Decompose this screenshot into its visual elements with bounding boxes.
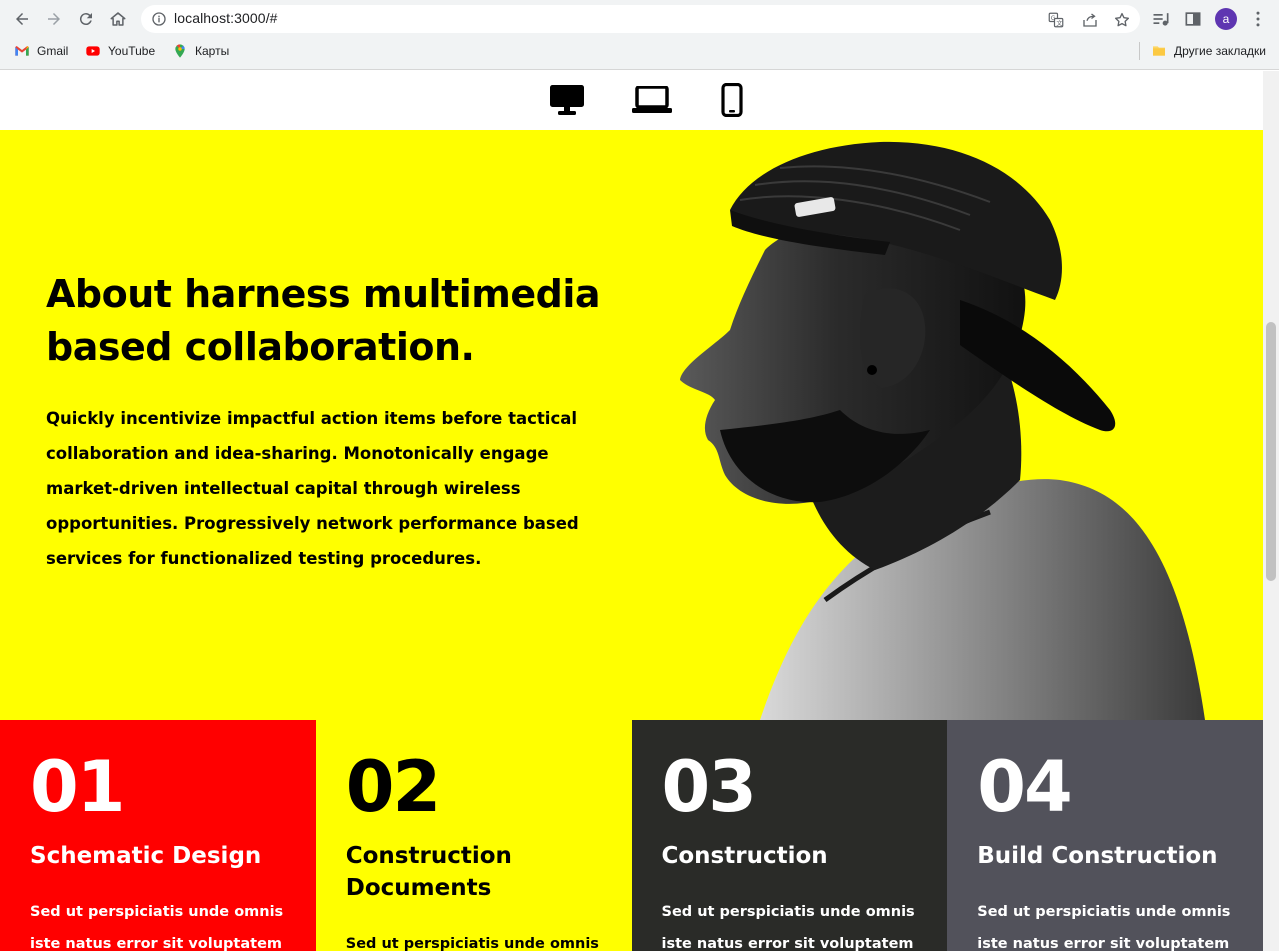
forward-button[interactable] xyxy=(41,6,67,32)
desktop-view-button[interactable] xyxy=(548,83,586,117)
feature-title: Construction xyxy=(661,843,828,869)
browser-toolbar: localhost:3000/# G文 a xyxy=(0,0,1279,38)
man-profile-photo xyxy=(680,141,1205,720)
folder-icon xyxy=(1153,46,1165,56)
maps-icon xyxy=(175,44,185,58)
feature-number: 01 xyxy=(30,746,125,828)
other-bookmarks-label: Другие закладки xyxy=(1174,44,1266,58)
scrollbar-thumb[interactable] xyxy=(1266,322,1276,581)
bookmark-label: Карты xyxy=(195,44,230,58)
bookmark-label: YouTube xyxy=(108,44,156,58)
arrow-right-icon xyxy=(48,13,60,25)
mobile-icon xyxy=(721,83,743,117)
more-menu-icon[interactable] xyxy=(1248,9,1268,29)
bookmark-gmail[interactable]: Gmail xyxy=(14,42,68,60)
translate-icon[interactable]: G文 xyxy=(1047,11,1065,29)
gmail-icon xyxy=(15,46,29,56)
back-button[interactable] xyxy=(9,6,35,32)
features-row: 01 Schematic Design Sed ut perspiciatis … xyxy=(0,720,1263,951)
address-bar[interactable]: localhost:3000/# G文 xyxy=(141,5,1140,33)
hero-description: Quickly incentivize impactful action ite… xyxy=(46,409,579,568)
feature-number: 04 xyxy=(977,746,1072,828)
reading-list-icon[interactable] xyxy=(1151,9,1171,29)
laptop-icon xyxy=(632,86,672,113)
bookmark-youtube[interactable]: YouTube xyxy=(85,42,155,60)
reload-icon xyxy=(79,13,92,26)
feature-card-02: 02 Construction Documents Sed ut perspic… xyxy=(315,720,632,951)
page-viewport: About harness multimedia based collabora… xyxy=(0,71,1263,951)
about-hero-section: About harness multimedia based collabora… xyxy=(0,130,1263,720)
feature-text: Sed ut perspiciatis unde omnis iste natu… xyxy=(345,936,599,951)
youtube-icon xyxy=(86,46,100,56)
browser-chrome: localhost:3000/# G文 a Gmail YouTube Карт… xyxy=(0,0,1279,70)
feature-title: Build Construction xyxy=(977,843,1218,869)
home-button[interactable] xyxy=(105,6,131,32)
page-scrollbar[interactable] xyxy=(1263,71,1279,951)
share-icon[interactable] xyxy=(1081,11,1099,29)
feature-text: Sed ut perspiciatis unde omnis iste natu… xyxy=(661,904,915,951)
laptop-view-button[interactable] xyxy=(632,83,672,117)
mobile-view-button[interactable] xyxy=(720,83,744,117)
feature-title: Construction Documents xyxy=(345,843,512,901)
arrow-left-icon xyxy=(16,13,28,25)
bookmark-maps[interactable]: Карты xyxy=(172,42,229,60)
reload-button[interactable] xyxy=(73,6,99,32)
bookmarks-bar: Gmail YouTube Карты Другие закладки xyxy=(0,38,1279,64)
feature-card-03: 03 Construction Sed ut perspiciatis unde… xyxy=(631,720,948,951)
profile-avatar[interactable]: a xyxy=(1215,8,1237,30)
desktop-icon xyxy=(550,85,584,115)
feature-number: 03 xyxy=(661,746,757,828)
feature-number: 02 xyxy=(345,746,441,828)
feature-card-04: 04 Build Construction Sed ut perspiciati… xyxy=(947,720,1263,951)
feature-title: Schematic Design xyxy=(30,843,262,869)
feature-text: Sed ut perspiciatis unde omnis iste natu… xyxy=(30,904,284,951)
url-text[interactable]: localhost:3000/# xyxy=(174,10,278,26)
feature-text: Sed ut perspiciatis unde omnis iste natu… xyxy=(977,904,1231,951)
star-icon[interactable] xyxy=(1113,11,1131,29)
feature-card-01: 01 Schematic Design Sed ut perspiciatis … xyxy=(0,720,316,951)
side-panel-icon[interactable] xyxy=(1183,9,1203,29)
other-bookmarks[interactable]: Другие закладки xyxy=(1151,42,1266,60)
bookmarks-separator xyxy=(1139,42,1140,60)
svg-text:G: G xyxy=(1051,15,1056,22)
device-switcher xyxy=(0,71,1263,130)
info-icon[interactable] xyxy=(151,11,167,27)
bookmark-label: Gmail xyxy=(37,44,69,58)
hero-title: About harness multimedia based collabora… xyxy=(46,272,601,369)
home-icon xyxy=(110,12,126,26)
svg-text:文: 文 xyxy=(1056,19,1062,27)
